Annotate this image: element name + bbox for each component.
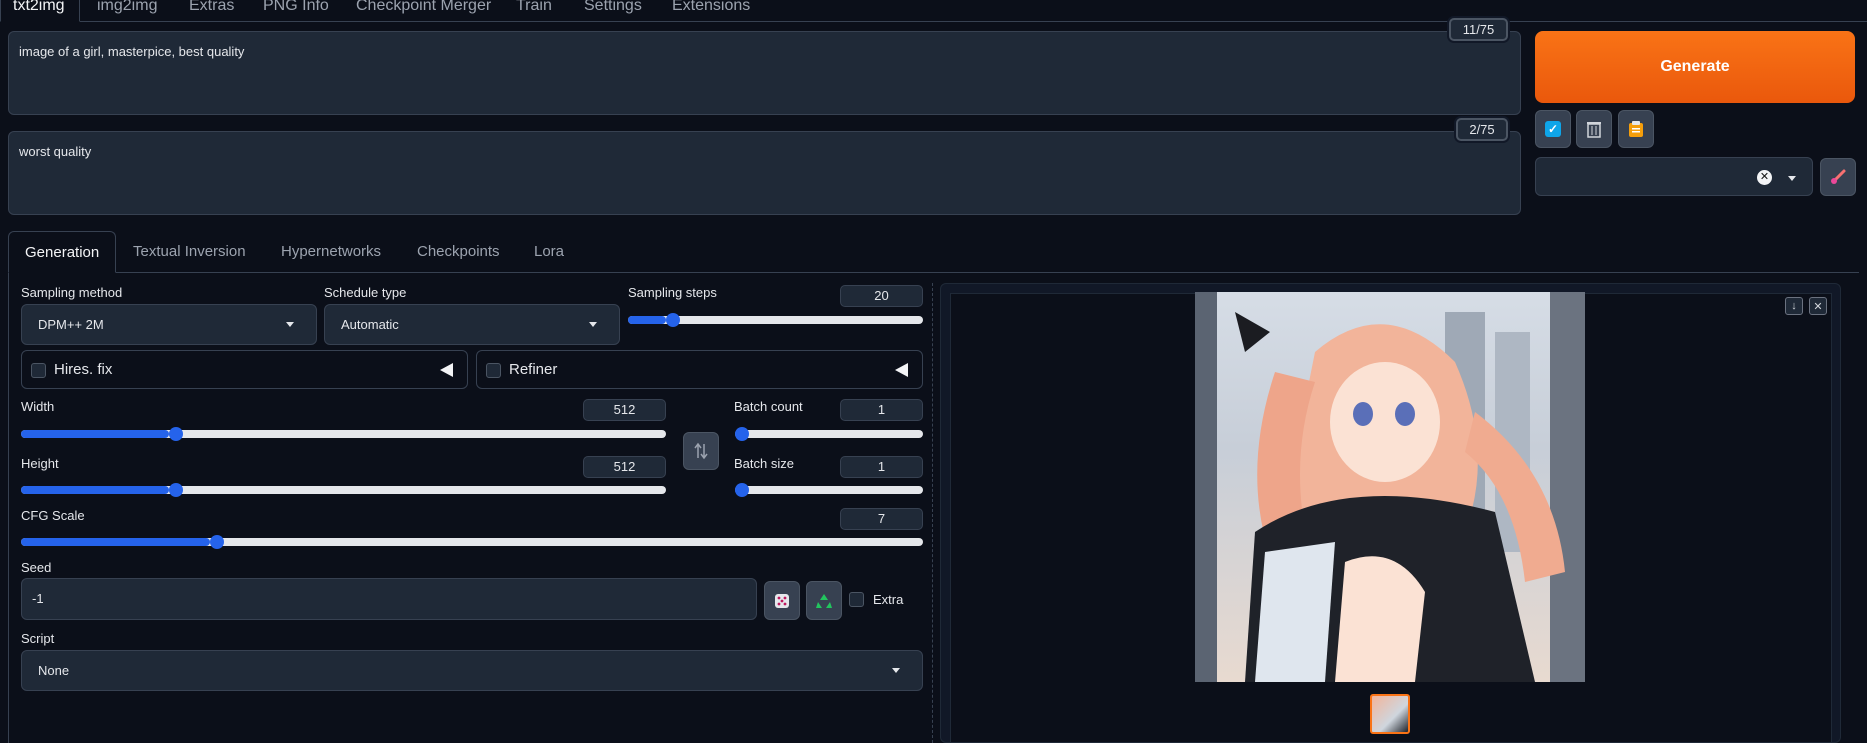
refiner-checkbox[interactable] — [486, 363, 501, 378]
sampling-method-label: Sampling method — [21, 285, 123, 300]
tab-img2img[interactable]: img2img — [97, 0, 157, 22]
read-params-button[interactable]: ✓ — [1535, 110, 1571, 148]
swap-dimensions-button[interactable] — [683, 432, 719, 470]
width-input[interactable]: 512 — [583, 399, 666, 421]
cfg-scale-input[interactable]: 7 — [840, 508, 923, 530]
batch-count-slider[interactable] — [735, 427, 923, 441]
schedule-type-label: Schedule type — [324, 285, 407, 300]
edit-styles-button[interactable] — [1820, 158, 1856, 196]
random-seed-button[interactable] — [764, 581, 800, 620]
tab-train[interactable]: Train — [516, 0, 552, 22]
clear-icon[interactable]: ✕ — [1757, 170, 1772, 185]
column-divider — [932, 283, 933, 743]
clear-prompt-button[interactable] — [1576, 110, 1612, 148]
batch-count-label: Batch count — [734, 399, 803, 414]
sampling-steps-input[interactable]: 20 — [840, 285, 923, 307]
dice-icon — [775, 593, 789, 608]
hires-fix-accordion[interactable]: Hires. fix — [21, 350, 468, 389]
sampling-steps-label: Sampling steps — [628, 285, 717, 300]
tab-textual-inversion[interactable]: Textual Inversion — [133, 231, 246, 273]
schedule-type-dropdown[interactable]: Automatic — [324, 304, 620, 345]
script-dropdown[interactable]: None — [21, 650, 923, 691]
seed-label: Seed — [21, 560, 52, 575]
extra-seed-checkbox[interactable] — [849, 592, 864, 607]
tab-checkpoints[interactable]: Checkpoints — [417, 231, 500, 273]
tab-lora[interactable]: Lora — [534, 231, 564, 273]
tab-png-info[interactable]: PNG Info — [263, 0, 329, 22]
tab-settings[interactable]: Settings — [584, 0, 642, 22]
cfg-scale-slider[interactable] — [21, 535, 923, 549]
close-icon[interactable]: ✕ — [1809, 297, 1827, 315]
trash-icon — [1587, 122, 1601, 138]
height-label: Height — [21, 456, 59, 471]
download-icon[interactable]: ↓ — [1785, 297, 1803, 315]
generated-image[interactable] — [1195, 292, 1585, 682]
batch-size-label: Batch size — [734, 456, 794, 471]
height-input[interactable]: 512 — [583, 456, 666, 478]
tab-extensions[interactable]: Extensions — [672, 0, 750, 22]
main-tab-bar: txt2img img2img Extras PNG Info Checkpoi… — [0, 0, 1867, 22]
cfg-scale-label: CFG Scale — [21, 508, 85, 523]
collapse-triangle-icon[interactable] — [895, 363, 908, 377]
seed-input[interactable]: -1 — [21, 578, 757, 620]
schedule-type-value: Automatic — [341, 317, 399, 332]
extra-seed-label: Extra — [873, 592, 904, 607]
chevron-down-icon — [892, 668, 900, 673]
script-label: Script — [21, 631, 55, 646]
tab-hypernetworks[interactable]: Hypernetworks — [281, 231, 381, 273]
gallery-thumbnail[interactable] — [1370, 694, 1410, 734]
checkbox-check-icon: ✓ — [1545, 121, 1561, 137]
swap-arrows-icon — [694, 442, 708, 460]
generate-button[interactable]: Generate — [1535, 31, 1855, 103]
paste-styles-button[interactable] — [1618, 110, 1654, 148]
height-slider[interactable] — [21, 483, 666, 497]
reuse-seed-button[interactable] — [806, 581, 842, 620]
hires-fix-label: Hires. fix — [54, 361, 113, 378]
prompt-token-counter: 11/75 — [1449, 18, 1508, 41]
sampling-method-dropdown[interactable]: DPM++ 2M — [21, 304, 317, 345]
clipboard-icon — [1629, 121, 1643, 137]
refiner-accordion[interactable]: Refiner — [476, 350, 923, 389]
refiner-label: Refiner — [509, 361, 558, 378]
tab-txt2img[interactable]: txt2img — [0, 0, 80, 22]
batch-count-input[interactable]: 1 — [840, 399, 923, 421]
tab-generation[interactable]: Generation — [8, 231, 117, 273]
tab-checkpoint-merger[interactable]: Checkpoint Merger — [356, 0, 491, 22]
width-label: Width — [21, 399, 55, 414]
tab-extras[interactable]: Extras — [189, 0, 234, 22]
hires-fix-checkbox[interactable] — [31, 363, 46, 378]
batch-size-input[interactable]: 1 — [840, 456, 923, 478]
sampling-method-value: DPM++ 2M — [38, 317, 104, 332]
prompt-input[interactable]: image of a girl, masterpice, best qualit… — [8, 31, 1521, 115]
batch-size-slider[interactable] — [735, 483, 923, 497]
sampling-steps-slider[interactable] — [628, 313, 923, 327]
recycle-icon — [816, 593, 832, 608]
script-value: None — [38, 663, 70, 678]
negative-prompt-input[interactable]: worst quality — [8, 131, 1521, 215]
chevron-down-icon — [1788, 176, 1796, 181]
paintbrush-icon — [1831, 169, 1846, 184]
width-slider[interactable] — [21, 427, 666, 441]
chevron-down-icon — [286, 322, 294, 327]
negative-prompt-token-counter: 2/75 — [1456, 118, 1508, 141]
styles-dropdown[interactable]: ✕ — [1535, 157, 1813, 196]
chevron-down-icon — [589, 322, 597, 327]
collapse-triangle-icon[interactable] — [440, 363, 453, 377]
